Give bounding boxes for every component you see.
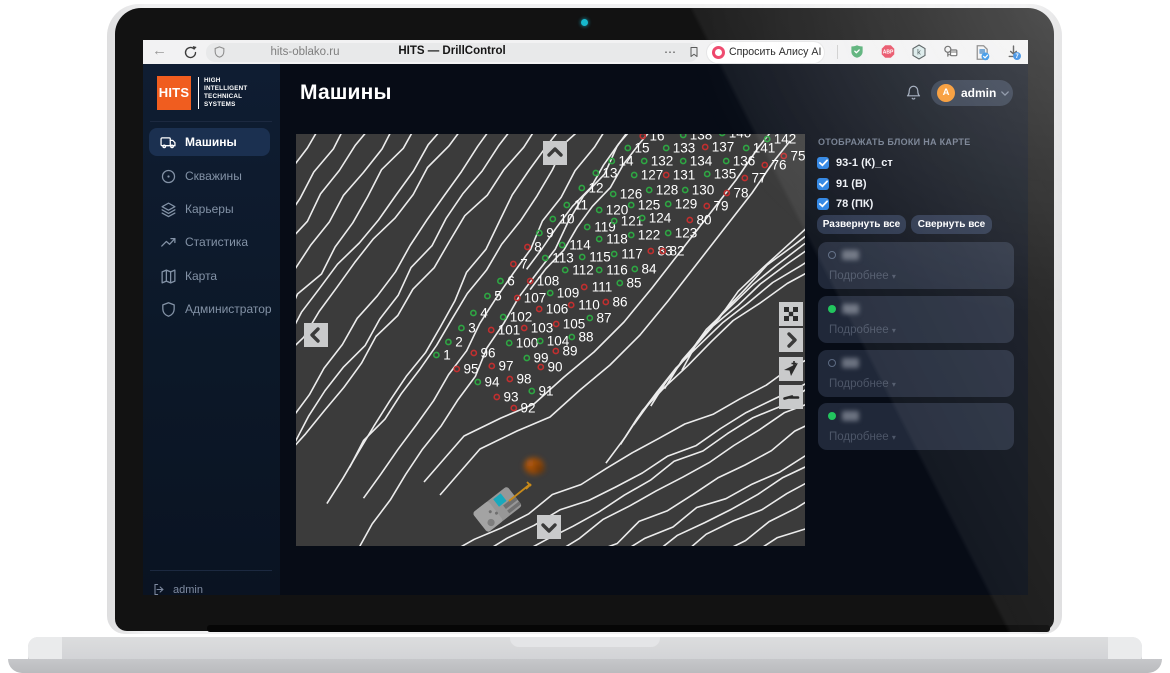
svg-text:87: 87 [596,311,611,326]
svg-text:134: 134 [690,154,713,169]
svg-text:7: 7 [520,257,528,272]
svg-text:102: 102 [510,310,533,325]
svg-text:128: 128 [656,183,679,198]
svg-text:97: 97 [498,359,513,374]
svg-text:89: 89 [562,344,577,359]
svg-text:99: 99 [533,351,548,366]
svg-text:112: 112 [572,263,594,278]
svg-text:138: 138 [690,134,713,143]
svg-text:106: 106 [546,302,569,317]
svg-text:15: 15 [634,141,649,156]
svg-text:109: 109 [557,286,580,301]
svg-text:135: 135 [714,167,737,182]
svg-text:98: 98 [516,372,531,387]
svg-text:6: 6 [507,274,515,289]
svg-text:4: 4 [480,306,488,321]
svg-text:93: 93 [503,390,518,405]
svg-text:5: 5 [494,289,502,304]
svg-text:9: 9 [546,226,554,241]
svg-text:1: 1 [443,348,451,363]
svg-text:124: 124 [649,211,672,226]
svg-text:77: 77 [751,171,766,186]
svg-text:105: 105 [563,317,586,332]
svg-text:k: k [917,48,921,57]
svg-text:92: 92 [520,401,535,416]
svg-text:75: 75 [790,149,805,164]
svg-text:140: 140 [729,134,752,141]
svg-text:113: 113 [552,251,574,266]
svg-text:8: 8 [534,240,542,255]
svg-text:127: 127 [641,168,664,183]
svg-text:141: 141 [753,141,776,156]
svg-text:3: 3 [468,321,476,336]
svg-text:123: 123 [675,226,698,241]
svg-text:85: 85 [626,276,641,291]
svg-text:84: 84 [641,262,657,277]
svg-text:82: 82 [669,244,684,259]
svg-text:ABP: ABP [883,50,894,56]
svg-text:131: 131 [673,168,696,183]
svg-text:96: 96 [480,346,495,361]
svg-text:130: 130 [692,183,715,198]
svg-text:136: 136 [733,154,756,169]
svg-text:16: 16 [649,134,664,144]
svg-text:80: 80 [696,213,711,228]
svg-text:126: 126 [620,187,643,202]
svg-text:10: 10 [559,212,574,227]
svg-text:111: 111 [592,280,613,295]
svg-text:11: 11 [574,198,588,213]
svg-text:122: 122 [638,228,661,243]
svg-text:2: 2 [455,335,463,350]
svg-text:142: 142 [774,134,797,147]
svg-text:114: 114 [569,238,591,253]
svg-text:116: 116 [606,263,628,278]
svg-text:90: 90 [547,360,562,375]
svg-text:79: 79 [713,199,728,214]
svg-text:86: 86 [612,295,627,310]
svg-text:117: 117 [621,247,643,262]
svg-text:14: 14 [618,154,634,169]
svg-text:78: 78 [733,186,748,201]
svg-text:101: 101 [498,323,521,338]
svg-text:132: 132 [651,154,674,169]
svg-text:137: 137 [712,140,735,155]
svg-text:88: 88 [578,330,593,345]
svg-text:91: 91 [538,384,553,399]
svg-text:94: 94 [484,375,500,390]
svg-text:100: 100 [516,336,539,351]
svg-text:107: 107 [524,291,547,306]
svg-text:13: 13 [602,166,617,181]
svg-text:129: 129 [675,197,698,212]
svg-text:12: 12 [588,181,603,196]
svg-text:95: 95 [463,362,478,377]
svg-text:76: 76 [771,158,786,173]
